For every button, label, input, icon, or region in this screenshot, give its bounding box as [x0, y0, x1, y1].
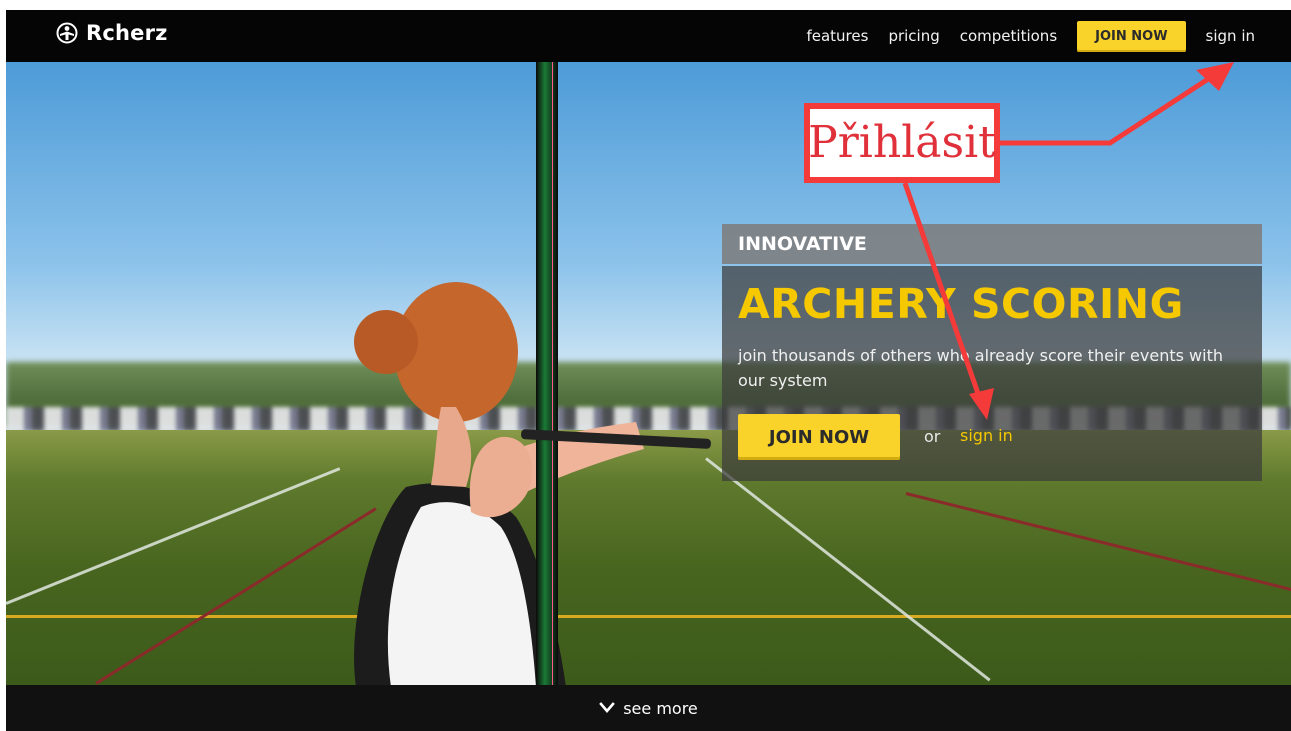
nav-links: features pricing competitions JOIN NOW s…	[786, 10, 1255, 62]
hero-title: ARCHERY SCORING	[738, 280, 1184, 328]
bow-string	[552, 62, 553, 685]
hero-background-photo: INNOVATIVE ARCHERY SCORING join thousand…	[6, 62, 1291, 687]
hero-info-panel: ARCHERY SCORING join thousands of others…	[722, 266, 1262, 481]
archer-logo-icon	[56, 22, 78, 44]
annotation-callout: Přihlásit	[804, 103, 1000, 183]
hero-description: join thousands of others who already sco…	[738, 346, 1223, 390]
hero-tag: INNOVATIVE	[738, 233, 867, 255]
hero-tag-bar: INNOVATIVE	[722, 224, 1262, 264]
see-more-label: see more	[623, 698, 698, 718]
bow-limb	[536, 62, 558, 685]
hero-or-text: or	[924, 427, 941, 446]
brand-name: Rcherz	[86, 21, 168, 45]
page-frame: Rcherz features pricing competitions JOI…	[6, 10, 1291, 731]
top-navbar: Rcherz features pricing competitions JOI…	[6, 10, 1291, 62]
annotation-text: Přihlásit	[808, 117, 996, 168]
chevron-down-icon	[599, 702, 616, 713]
hero-join-now-button[interactable]: JOIN NOW	[738, 414, 900, 460]
nav-features-link[interactable]: features	[806, 27, 868, 45]
nav-competitions-link[interactable]: competitions	[960, 27, 1057, 45]
nav-join-now-button[interactable]: JOIN NOW	[1077, 20, 1186, 52]
see-more-button[interactable]: see more	[599, 699, 698, 718]
see-more-bar: see more	[6, 685, 1291, 731]
brand-logo-link[interactable]: Rcherz	[56, 21, 168, 45]
hero-sign-in-link[interactable]: sign in	[960, 426, 1013, 445]
nav-sign-in-link[interactable]: sign in	[1206, 27, 1255, 45]
nav-pricing-link[interactable]: pricing	[888, 27, 939, 45]
